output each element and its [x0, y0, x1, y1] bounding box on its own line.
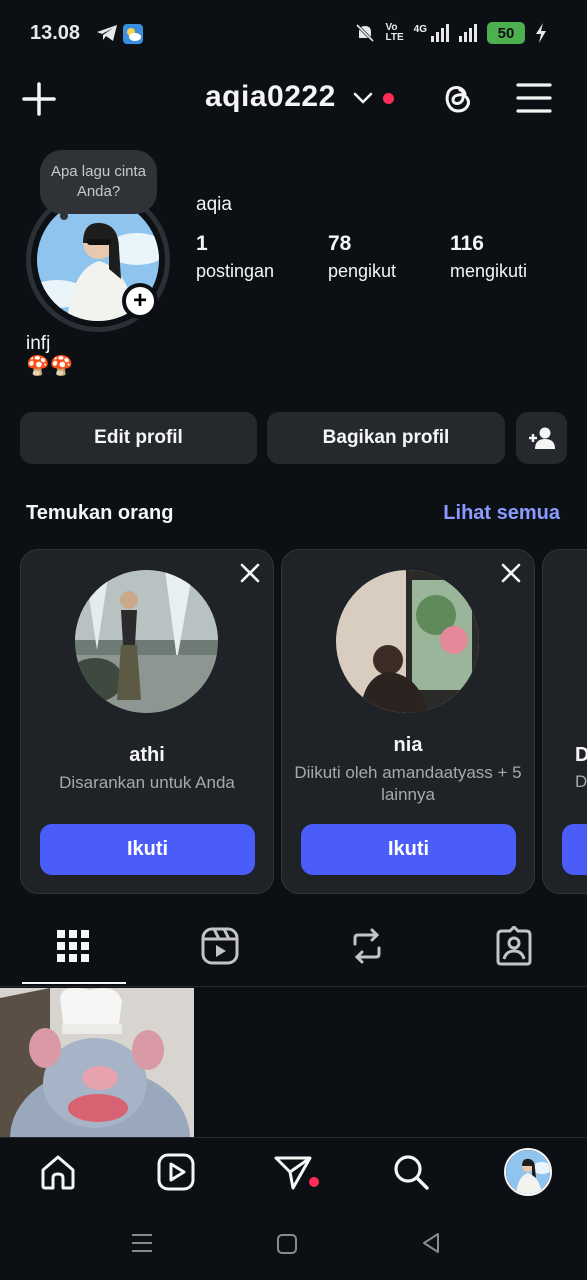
status-right: Vo LTE 4G 50	[354, 20, 548, 46]
status-time: 13.08	[30, 22, 81, 44]
mute-bell-icon	[355, 23, 374, 43]
note-text: Apa lagu cinta Anda?	[50, 163, 147, 200]
direct-message-icon[interactable]	[273, 1152, 313, 1192]
suggestion-card-partial[interactable]: D D	[542, 549, 587, 894]
stat-following[interactable]: 116 mengikuti	[450, 232, 527, 282]
telegram-icon	[97, 25, 117, 41]
suggestion-name[interactable]: nia	[282, 734, 534, 757]
signal-4g-icon: 4G	[414, 24, 449, 42]
profile-nav-photo	[506, 1150, 550, 1194]
grid-icon[interactable]	[53, 926, 93, 966]
profile-nav-avatar[interactable]	[504, 1148, 552, 1196]
reels-icon[interactable]	[200, 926, 240, 966]
suggestion-avatar[interactable]	[75, 570, 218, 713]
messages-notification-dot	[309, 1177, 319, 1187]
follow-button[interactable]: Ikuti	[40, 824, 255, 875]
tab-divider	[0, 986, 587, 987]
stat-followers[interactable]: 78 pengikut	[328, 232, 396, 282]
suggestion-photo	[336, 570, 479, 713]
home-button-icon[interactable]	[276, 1233, 298, 1255]
menu-hamburger-icon[interactable]	[516, 80, 552, 116]
repost-icon[interactable]	[347, 926, 387, 966]
signal-icon	[459, 24, 477, 42]
suggestion-name[interactable]: athi	[21, 744, 273, 767]
suggestion-subtitle: Diikuti oleh amandaatyass + 5 lainnya	[294, 763, 522, 804]
follow-button[interactable]: Ikuti	[301, 824, 516, 875]
discover-title: Temukan orang	[26, 502, 174, 524]
reels-nav-icon[interactable]	[156, 1152, 196, 1192]
note-bubble-tail	[60, 212, 68, 220]
suggestion-avatar[interactable]	[336, 570, 479, 713]
active-tab-indicator	[22, 982, 126, 984]
charging-icon	[536, 23, 546, 43]
account-username[interactable]: aqia0222	[205, 80, 336, 114]
stat-followers-label: pengikut	[328, 261, 397, 281]
status-bar: 13.08 Vo LTE 4G 50	[0, 0, 587, 64]
discover-people-button[interactable]	[516, 412, 567, 464]
stat-posts[interactable]: 1 postingan	[196, 232, 274, 282]
volte-icon: Vo LTE	[385, 22, 404, 43]
share-profile-button[interactable]: Bagikan profil	[267, 412, 505, 464]
close-icon[interactable]	[239, 562, 261, 584]
back-icon[interactable]	[420, 1232, 442, 1254]
suggestion-card[interactable]: nia Diikuti oleh amandaatyass + 5 lainny…	[281, 549, 535, 894]
follow-button[interactable]	[562, 824, 587, 875]
suggestion-subtitle: D	[575, 772, 587, 791]
post-thumbnail[interactable]	[0, 988, 194, 1137]
weather-icon	[123, 24, 143, 44]
battery-indicator: 50	[487, 22, 525, 44]
suggestion-card[interactable]: athi Disarankan untuk Anda Ikuti	[20, 549, 274, 894]
search-icon[interactable]	[391, 1152, 431, 1192]
stat-followers-value: 78	[328, 232, 352, 255]
stat-following-value: 116	[450, 232, 484, 255]
note-bubble[interactable]: Apa lagu cinta Anda?	[40, 150, 157, 214]
threads-icon[interactable]	[438, 78, 476, 118]
suggestion-subtitle: Disarankan untuk Anda	[59, 773, 235, 792]
chevron-down-icon[interactable]	[353, 91, 373, 105]
tagged-icon[interactable]	[494, 926, 534, 966]
suggestion-name[interactable]: D	[575, 744, 587, 767]
bio-line-1: infj	[26, 333, 51, 354]
post-photo	[0, 988, 194, 1137]
close-icon[interactable]	[500, 562, 522, 584]
see-all-link[interactable]: Lihat semua	[443, 502, 560, 525]
notification-dot	[383, 93, 394, 104]
stat-posts-value: 1	[196, 232, 208, 255]
bio-line-2: 🍄🍄	[26, 355, 74, 377]
add-story-button[interactable]: +	[122, 283, 158, 319]
stat-posts-label: postingan	[196, 261, 275, 281]
suggestion-photo	[75, 570, 218, 713]
stat-following-label: mengikuti	[450, 261, 528, 281]
home-icon[interactable]	[38, 1152, 78, 1192]
edit-profile-button[interactable]: Edit profil	[20, 412, 257, 464]
display-name: aqia	[196, 194, 232, 215]
add-person-icon	[528, 427, 555, 449]
create-plus-icon[interactable]	[22, 82, 56, 116]
recent-apps-icon[interactable]	[130, 1232, 154, 1254]
